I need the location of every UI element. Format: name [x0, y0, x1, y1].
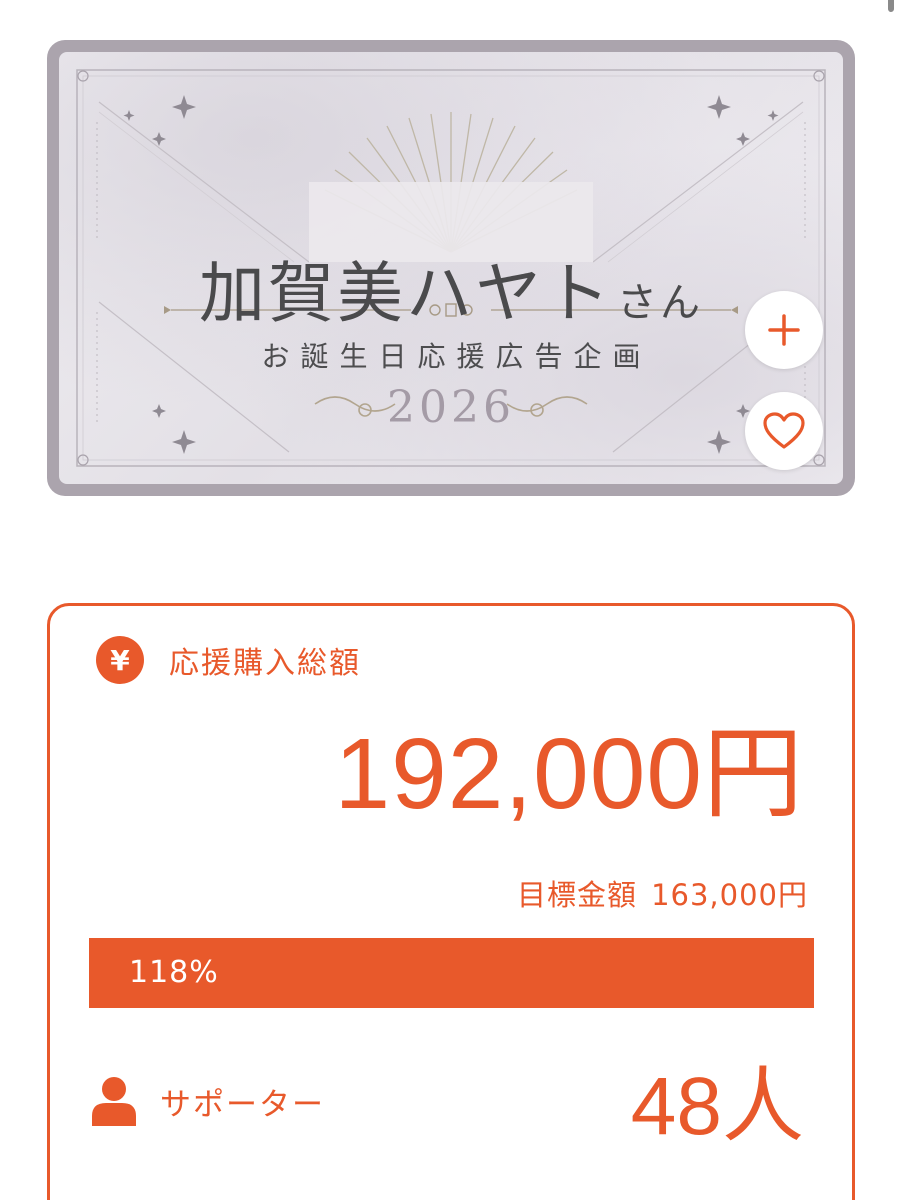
total-row: ¥ 応援購入総額 — [96, 636, 361, 684]
person-icon — [92, 1077, 136, 1126]
favorite-button[interactable] — [745, 392, 823, 470]
plus-icon — [768, 314, 800, 346]
banner-image: 加賀美ハヤト さん お誕生日応援広告企画 2026 — [59, 52, 843, 484]
scrollbar-thumb[interactable] — [888, 0, 894, 12]
banner-name: 加賀美ハヤト — [199, 255, 613, 332]
total-label: 応援購入総額 — [169, 646, 361, 681]
supporters-count: 48人 — [630, 1061, 804, 1152]
supporters-row: サポーター — [90, 1076, 325, 1126]
supporters-label: サポーター — [160, 1086, 325, 1123]
add-button[interactable] — [745, 291, 823, 369]
banner-title: 加賀美ハヤト さん — [59, 240, 843, 336]
project-banner: 加賀美ハヤト さん お誕生日応援広告企画 2026 — [47, 40, 855, 496]
goal-label: 目標金額 — [517, 878, 638, 912]
total-amount: 192,000円 — [334, 718, 804, 830]
progress-bar: 118% — [89, 938, 814, 1008]
progress-label: 118% — [129, 955, 219, 990]
funding-stats-card: ¥ 応援購入総額 192,000円 目標金額 163,000円 118% サポータ… — [47, 603, 855, 1200]
banner-honorific: さん — [617, 280, 703, 326]
yen-icon: ¥ — [96, 636, 144, 684]
banner-subtitle: お誕生日応援広告企画 — [261, 340, 652, 373]
goal-amount: 163,000円 — [651, 878, 808, 912]
banner-year: 2026 — [387, 382, 515, 433]
heart-icon — [763, 412, 805, 449]
goal-row: 目標金額 163,000円 — [517, 872, 808, 914]
